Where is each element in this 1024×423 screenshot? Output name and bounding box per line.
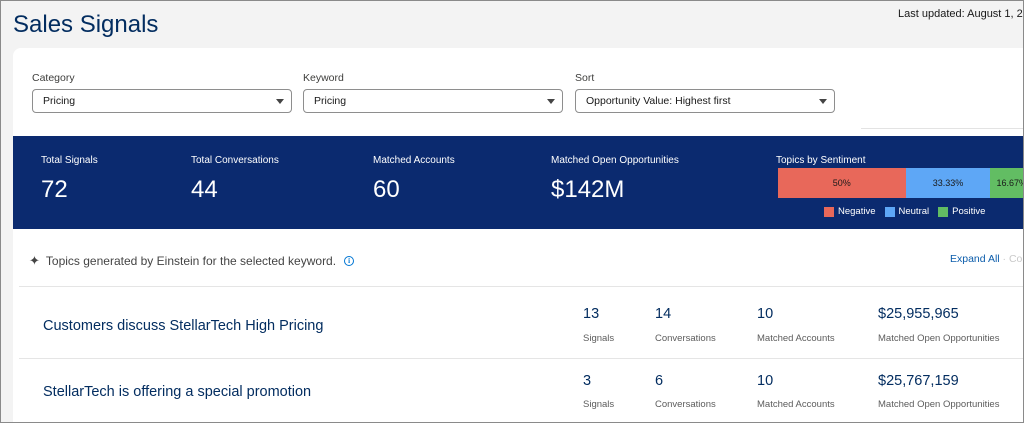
- legend-label-negative: Negative: [838, 206, 876, 217]
- sentiment-legend: Negative Neutral Positive: [824, 206, 985, 217]
- keyword-select[interactable]: Pricing: [303, 89, 563, 113]
- info-icon[interactable]: i: [344, 256, 355, 266]
- sentiment-title: Topics by Sentiment: [776, 155, 866, 166]
- divider: [19, 358, 1023, 359]
- legend-item-neutral: Neutral: [884, 206, 930, 217]
- collapse-all-link[interactable]: Coll: [1009, 253, 1023, 265]
- keyword-label: Keyword: [303, 72, 344, 84]
- legend-label-neutral: Neutral: [898, 206, 930, 217]
- topic-signals-label: Signals: [583, 399, 615, 410]
- sentiment-neutral-label: 33.33%: [932, 178, 964, 188]
- sentiment-segment-positive[interactable]: 16.67%: [990, 168, 1024, 198]
- topic-matched-accounts-value: 10: [757, 306, 774, 322]
- expand-all-link[interactable]: Expand All: [950, 253, 1000, 265]
- topics-note: ✦ Topics generated by Einstein for the s…: [29, 253, 355, 269]
- sort-select-value: Opportunity Value: Highest first: [586, 95, 731, 107]
- topic-conversations-label: Conversations: [655, 333, 716, 344]
- legend-swatch-positive: [938, 206, 949, 217]
- topic-signals-value: 13: [583, 306, 600, 322]
- sparkle-icon: ✦: [29, 253, 40, 268]
- app-frame: Sales Signals Last updated: August 1, 20…: [0, 0, 1024, 423]
- sentiment-positive-label: 16.67%: [996, 178, 1024, 188]
- legend-label-positive: Positive: [952, 206, 986, 217]
- sentiment-negative-label: 50%: [832, 178, 851, 188]
- last-updated-text: Last updated: August 1, 20: [898, 8, 1024, 20]
- chevron-down-icon: [819, 99, 827, 104]
- keyword-select-value: Pricing: [314, 95, 347, 107]
- divider: [861, 128, 1023, 129]
- sort-select[interactable]: Opportunity Value: Highest first: [575, 89, 835, 113]
- kpi-matched-opportunities-label: Matched Open Opportunities: [551, 155, 679, 166]
- legend-item-negative: Negative: [824, 206, 876, 217]
- category-select[interactable]: Pricing: [32, 89, 292, 113]
- page-title: Sales Signals: [13, 11, 159, 38]
- chevron-down-icon: [547, 99, 555, 104]
- kpi-matched-opportunities-value: $142M: [551, 176, 625, 203]
- topic-conversations-label: Conversations: [655, 399, 716, 410]
- topic-matched-accounts-value: 10: [757, 373, 774, 389]
- kpi-total-conversations-label: Total Conversations: [191, 155, 279, 166]
- chevron-down-icon: [276, 99, 284, 104]
- topic-signals-value: 3: [583, 373, 592, 389]
- topic-matched-accounts-label: Matched Accounts: [757, 333, 835, 344]
- topic-opportunities-value: $25,955,965: [878, 306, 959, 322]
- topic-opportunities-value: $25,767,159: [878, 373, 959, 389]
- sentiment-bar: 50% 33.33% 16.67%: [778, 168, 1024, 198]
- sort-label: Sort: [575, 72, 595, 84]
- topic-title[interactable]: StellarTech is offering a special promot…: [43, 384, 311, 400]
- sentiment-segment-neutral[interactable]: 33.33%: [905, 168, 991, 198]
- kpi-total-signals-value: 72: [41, 176, 68, 203]
- legend-swatch-negative: [824, 206, 834, 217]
- kpi-matched-accounts-value: 60: [373, 176, 400, 203]
- kpi-total-signals-label: Total Signals: [41, 155, 98, 166]
- topic-title[interactable]: Customers discuss StellarTech High Prici…: [43, 318, 323, 334]
- topic-matched-accounts-label: Matched Accounts: [757, 399, 835, 410]
- topic-opportunities-label: Matched Open Opportunities: [878, 333, 1000, 344]
- sentiment-segment-negative[interactable]: 50%: [778, 168, 906, 198]
- legend-item-positive: Positive: [938, 206, 985, 217]
- topics-note-text: Topics generated by Einstein for the sel…: [45, 254, 337, 268]
- summary-banner: Total Signals 72 Total Conversations 44 …: [13, 136, 1024, 229]
- kpi-matched-accounts-label: Matched Accounts: [373, 155, 455, 166]
- category-select-value: Pricing: [43, 95, 76, 107]
- expand-collapse-controls: Expand All · Coll: [950, 253, 1023, 265]
- category-label: Category: [32, 72, 75, 84]
- divider: [19, 286, 1023, 287]
- topic-conversations-value: 14: [655, 306, 672, 322]
- main-panel: Category Pricing Keyword Pricing Sort Op…: [13, 48, 1024, 422]
- legend-swatch-neutral: [884, 206, 895, 217]
- separator: ·: [999, 253, 1009, 265]
- kpi-total-conversations-value: 44: [191, 176, 218, 203]
- topic-conversations-value: 6: [655, 373, 664, 389]
- topic-signals-label: Signals: [583, 333, 615, 344]
- topic-opportunities-label: Matched Open Opportunities: [878, 399, 1000, 410]
